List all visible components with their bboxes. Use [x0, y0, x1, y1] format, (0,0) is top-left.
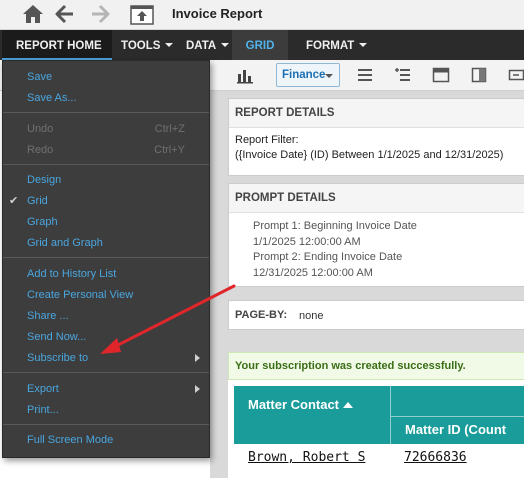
annotation-arrow — [100, 284, 236, 354]
